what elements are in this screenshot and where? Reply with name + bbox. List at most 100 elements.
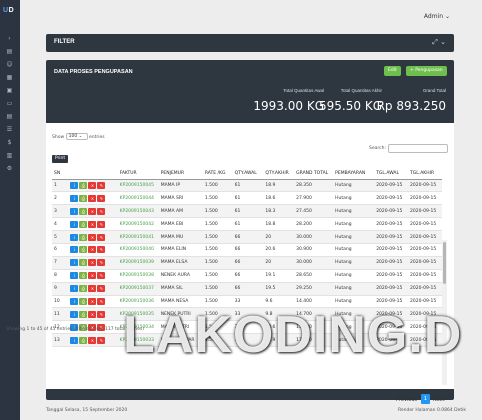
info-icon[interactable]: i [70,194,79,202]
cell-faktur[interactable]: KP2009150044 [117,191,159,206]
info-icon[interactable]: i [70,310,79,318]
col-penjemur[interactable]: PENJEMUR [158,169,203,180]
col-faktur[interactable]: FAKTUR [117,169,159,180]
pagination-page-1[interactable]: 1 [421,394,430,404]
info-icon[interactable]: i [70,181,79,189]
print-icon[interactable]: ⎙ [79,336,88,344]
print-icon[interactable]: ⎙ [79,272,88,280]
print-icon[interactable]: ⎙ [79,220,88,228]
info-icon[interactable]: i [70,207,79,215]
entries-select[interactable]: 100 ⌄ [65,133,88,140]
print-icon[interactable]: ⎙ [79,285,88,293]
col-pembayaran[interactable]: PEMBAYARAN [333,169,375,180]
cell-sn: 7 [52,256,69,270]
money-icon[interactable]: $ [5,138,14,147]
pagination-previous[interactable]: Previous [396,397,417,403]
edit-icon[interactable]: ✎ [97,285,106,293]
edit-icon[interactable]: ✎ [97,272,106,280]
delete-icon[interactable]: ✕ [88,259,97,267]
edit-icon[interactable]: ✎ [97,207,106,215]
stat-grand-total: Grand Total Rp 893.250 [377,88,446,113]
edit-icon[interactable]: ✎ [97,310,106,318]
user-menu[interactable]: Admin ⌄ [424,13,450,20]
printer-icon[interactable]: ▤ [5,112,14,121]
edit-icon[interactable]: ✎ [97,246,106,254]
cell-faktur[interactable]: KP2009150040 [117,243,159,257]
col-tgl-awal[interactable]: TGL.AWAL [374,169,409,180]
footer-render-time: Render Halaman 0.0864 Detik [397,408,466,413]
edit-icon[interactable]: ✎ [97,194,106,202]
cell-sn: 8 [52,269,69,283]
box-icon[interactable]: ▣ [5,86,14,95]
cell-faktur[interactable]: KP2009150039 [117,256,159,270]
print-button[interactable]: Print [52,155,68,163]
delete-icon[interactable]: ✕ [88,233,97,241]
grid-icon[interactable]: ▦ [5,73,14,82]
print-icon[interactable]: ⎙ [79,194,88,202]
cell-faktur[interactable]: KP2009150041 [117,230,159,244]
edit-icon[interactable]: ✎ [97,233,106,241]
col-rate[interactable]: RATE /KG [202,169,233,180]
delete-icon[interactable]: ✕ [88,336,97,344]
chevron-down-icon[interactable]: ⌄ [440,38,446,46]
delete-icon[interactable]: ✕ [88,181,97,189]
edit-icon[interactable]: ✎ [97,181,106,189]
edit-icon[interactable]: ✎ [97,220,106,228]
print-icon[interactable]: ⎙ [79,246,88,254]
users-icon[interactable]: ☺ [5,60,14,69]
print-icon[interactable]: ⎙ [79,259,88,267]
cell-faktur[interactable]: KP2009150042 [117,217,159,232]
col-tgl-akhir[interactable]: TGL.AKHIR [408,169,442,180]
delete-icon[interactable]: ✕ [88,194,97,202]
chart-icon[interactable]: ▤ [5,47,14,56]
delete-icon[interactable]: ✕ [88,285,97,293]
info-icon[interactable]: i [70,233,79,241]
print-icon[interactable]: ⎙ [79,181,88,189]
print-icon[interactable]: ⎙ [79,207,88,215]
col-sn[interactable]: SN [52,169,69,180]
search-input[interactable] [388,144,448,153]
cell-grand-total: 27.900 [294,191,334,206]
delete-icon[interactable]: ✕ [88,272,97,280]
edit-button[interactable]: Edit [384,66,401,76]
edit-icon[interactable]: ✎ [97,259,106,267]
col-qty-awal[interactable]: QTY.AWAL [232,169,264,180]
brand-logo[interactable]: UD [3,7,14,14]
info-icon[interactable]: i [70,259,79,267]
col-qty-akhir[interactable]: QTY.AKHIR [263,169,295,180]
cell-grand-total: 28.200 [294,217,334,232]
col-grand-total[interactable]: GRAND TOTAL [294,169,334,180]
info-icon[interactable]: i [70,285,79,293]
edit-icon[interactable]: ✎ [97,336,106,344]
delete-icon[interactable]: ✕ [88,207,97,215]
delete-icon[interactable]: ✕ [88,310,97,318]
expand-icon[interactable]: ⤢ [432,38,438,46]
monitor-icon[interactable]: ▭ [5,99,14,108]
scroll-thumb[interactable] [443,242,446,284]
delete-icon[interactable]: ✕ [88,297,97,305]
info-icon[interactable]: i [70,272,79,280]
cell-faktur[interactable]: KP2009150038 [117,269,159,283]
info-icon[interactable]: i [70,246,79,254]
calendar-icon[interactable]: ▥ [5,151,14,160]
chevron-right-icon[interactable]: › [5,34,14,43]
print-icon[interactable]: ⎙ [79,297,88,305]
row-actions: i ⎙ ✕ ✎ [68,269,118,283]
pagination-next[interactable]: Next [433,397,445,403]
print-icon[interactable]: ⎙ [79,310,88,318]
info-icon[interactable]: i [70,336,79,344]
cell-tgl-akhir: 2020-09-15 [408,179,442,193]
delete-icon[interactable]: ✕ [88,246,97,254]
cell-faktur[interactable]: KP2009150045 [117,179,159,193]
cell-faktur[interactable]: KP2009150037 [117,282,159,296]
table-row: 6 i ⎙ ✕ ✎ KP2009150040 MAMA ELIN 1.500 66 20.6 30.… [52,243,442,257]
info-icon[interactable]: i [70,220,79,228]
delete-icon[interactable]: ✕ [88,220,97,228]
add-pengupasan-button[interactable]: + Pengupasan [406,66,447,76]
cell-faktur[interactable]: KP2009150043 [117,204,159,219]
settings-icon[interactable]: ⚙ [5,164,14,173]
info-icon[interactable]: i [70,297,79,305]
list-icon[interactable]: ☰ [5,125,14,134]
print-icon[interactable]: ⎙ [79,233,88,241]
edit-icon[interactable]: ✎ [97,297,106,305]
